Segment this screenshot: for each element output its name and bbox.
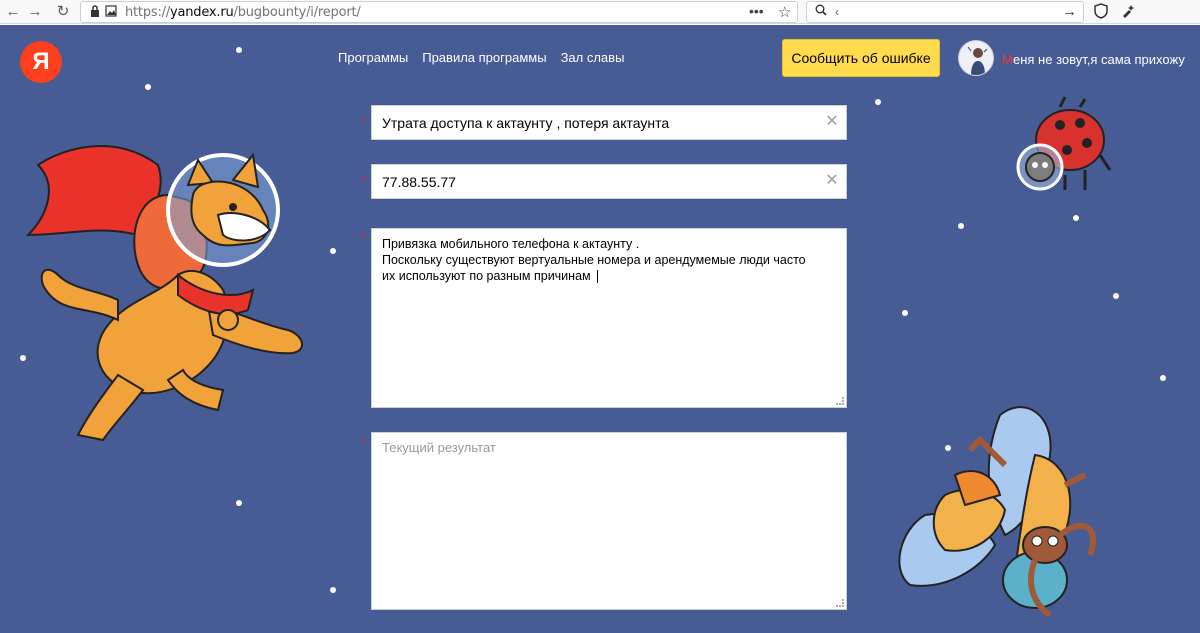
result-textarea[interactable]: Текущий результат	[371, 432, 847, 610]
star-decoration	[875, 99, 881, 105]
avatar[interactable]	[958, 40, 994, 76]
report-bug-button[interactable]: Сообщить об ошибке	[782, 39, 940, 77]
search-icon	[815, 4, 827, 19]
required-mark: *	[361, 173, 366, 187]
search-input[interactable]: ‹	[835, 5, 839, 19]
star-decoration	[902, 310, 908, 316]
title-value: Утрата доступа к актаунту , потеря актау…	[382, 115, 670, 131]
description-textarea[interactable]: Привязка мобильного телефона к актаунту …	[371, 228, 847, 408]
description-value: Привязка мобильного телефона к актаунту …	[382, 237, 806, 283]
close-icon[interactable]: ✕	[824, 173, 840, 189]
ip-field[interactable]: 77.88.55.77 ✕	[371, 164, 847, 199]
star-decoration	[330, 587, 336, 593]
star-decoration	[1113, 293, 1119, 299]
nav-programs[interactable]: Программы	[338, 50, 408, 66]
star-decoration	[1073, 215, 1079, 221]
bugbounty-report-page: Я Программы Правила программы Зал славы …	[0, 25, 1200, 633]
address-bar[interactable]: https://yandex.ru/bugbounty/i/report/ ••…	[80, 1, 798, 23]
nav-program-rules[interactable]: Правила программы	[422, 50, 546, 66]
title-field[interactable]: Утрата доступа к актаунту , потеря актау…	[371, 105, 847, 140]
resize-handle[interactable]	[836, 397, 844, 405]
star-icon[interactable]: ☆	[778, 3, 791, 21]
lock-icon	[90, 5, 100, 20]
required-mark: *	[361, 114, 366, 128]
user-name[interactable]: Меня не зовут,я сама прихожу	[1002, 52, 1185, 67]
main-nav: Программы Правила программы Зал славы	[338, 50, 624, 66]
star-decoration	[330, 248, 336, 254]
back-arrow-icon[interactable]: ←	[4, 3, 22, 21]
browser-toolbar: ← → ↻ https://yandex.ru/bugbounty/i/repo…	[0, 0, 1200, 24]
star-decoration	[1160, 375, 1166, 381]
resize-handle[interactable]	[836, 599, 844, 607]
nav-hall-of-fame[interactable]: Зал славы	[561, 50, 625, 66]
star-decoration	[236, 47, 242, 53]
ip-value: 77.88.55.77	[382, 174, 456, 190]
search-bar[interactable]: ‹ →	[806, 1, 1084, 23]
more-dots-icon[interactable]: •••	[749, 3, 764, 19]
yandex-logo[interactable]: Я	[20, 41, 62, 83]
required-mark: *	[361, 230, 366, 244]
star-decoration	[958, 223, 964, 229]
page-icon	[105, 5, 117, 20]
url-text: https://yandex.ru/bugbounty/i/report/	[125, 5, 361, 20]
reload-icon[interactable]: ↻	[54, 3, 72, 21]
close-icon[interactable]: ✕	[824, 114, 840, 130]
star-decoration	[145, 84, 151, 90]
text-caret	[597, 270, 598, 283]
beetle-illustration	[898, 406, 1097, 618]
go-arrow-icon[interactable]: →	[1062, 3, 1077, 20]
result-placeholder: Текущий результат	[382, 440, 496, 455]
extension-icon[interactable]	[1120, 3, 1136, 22]
space-dog-illustration	[25, 145, 303, 442]
shield-icon[interactable]	[1094, 3, 1108, 22]
star-decoration	[236, 500, 242, 506]
required-mark: *	[361, 434, 366, 448]
ladybug-illustration	[1016, 96, 1112, 191]
forward-arrow-icon[interactable]: →	[26, 3, 44, 21]
